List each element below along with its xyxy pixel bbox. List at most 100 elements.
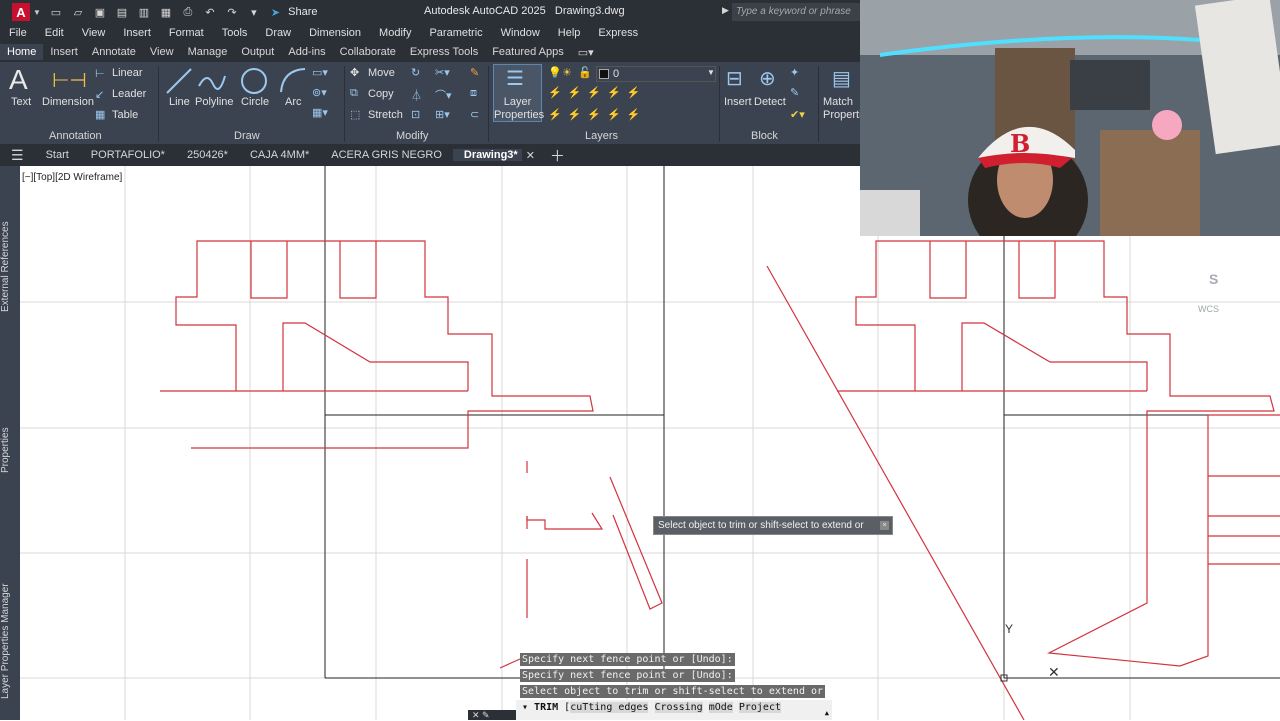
search-input[interactable]: Type a keyword or phrase: [732, 3, 860, 21]
menu-modify[interactable]: Modify: [370, 27, 420, 39]
copy-button[interactable]: Copy: [368, 88, 394, 100]
save-as-icon[interactable]: ▤: [113, 6, 131, 19]
command-dropdown-icon[interactable]: ▾: [522, 702, 534, 713]
leader-button[interactable]: Leader: [112, 88, 146, 100]
viewport-controls[interactable]: [−][Top][2D Wireframe]: [22, 172, 123, 183]
autocad-logo-icon[interactable]: A: [12, 3, 30, 21]
file-tab-acera-gris-negro[interactable]: ACERA GRIS NEGRO: [320, 149, 453, 161]
table-button[interactable]: Table: [112, 109, 138, 121]
tab-annotate[interactable]: Annotate: [85, 44, 143, 60]
layer-tools-icon[interactable]: ⚡⚡⚡⚡⚡: [548, 108, 646, 121]
option-crossing[interactable]: Crossing: [654, 702, 703, 713]
tab-express-tools[interactable]: Express Tools: [403, 44, 485, 60]
stretch-button[interactable]: Stretch: [368, 109, 403, 121]
polyline-button[interactable]: Polyline: [195, 96, 234, 108]
tab-collaborate[interactable]: Collaborate: [333, 44, 403, 60]
create-block-icon[interactable]: ✦: [790, 66, 799, 79]
erase-icon[interactable]: ✎: [470, 66, 479, 79]
option-mode[interactable]: mOde: [708, 702, 733, 713]
menu-view[interactable]: View: [73, 27, 115, 39]
viewcube-south-label[interactable]: S: [1209, 271, 1218, 287]
save-to-web-icon[interactable]: ▦: [157, 6, 175, 19]
detect-button[interactable]: Detect: [754, 96, 786, 108]
option-project[interactable]: Project: [738, 702, 781, 713]
rotate-icon[interactable]: ↻: [411, 66, 420, 79]
file-tab-portafolio[interactable]: PORTAFOLIO*: [80, 149, 176, 161]
circle-button[interactable]: Circle: [241, 96, 269, 108]
properties-tab[interactable]: Properties: [0, 402, 20, 498]
menu-insert[interactable]: Insert: [114, 27, 160, 39]
menu-file[interactable]: File: [0, 27, 36, 39]
undo-icon[interactable]: ↶: [201, 6, 219, 19]
command-line-grip[interactable]: ✕ ✎: [468, 710, 516, 720]
tab-insert[interactable]: Insert: [43, 44, 85, 60]
menu-window[interactable]: Window: [492, 27, 549, 39]
command-input[interactable]: ▾ TRIM [cuTting edges Crossing mOde Proj…: [516, 700, 832, 720]
menu-edit[interactable]: Edit: [36, 27, 73, 39]
polyline-icon[interactable]: [197, 66, 227, 96]
scale-icon[interactable]: ⊡: [411, 108, 420, 121]
text-button[interactable]: Text: [11, 96, 31, 108]
hatch-icon[interactable]: ⊚▾: [312, 86, 327, 99]
menu-dimension[interactable]: Dimension: [300, 27, 370, 39]
trim-icon[interactable]: ✂▾: [435, 66, 450, 79]
redo-icon[interactable]: ↷: [223, 6, 241, 19]
insert-block-icon[interactable]: ⊟: [726, 66, 743, 91]
text-icon[interactable]: A: [9, 64, 28, 96]
share-button[interactable]: Share: [288, 6, 317, 18]
explode-icon[interactable]: ⧈: [470, 87, 477, 100]
drawing-svg[interactable]: [20, 166, 1280, 720]
mirror-icon[interactable]: ⏃: [411, 87, 422, 103]
tab-manage[interactable]: Manage: [181, 44, 235, 60]
hamburger-menu-icon[interactable]: ☰: [0, 147, 35, 164]
arc-button[interactable]: Arc: [285, 96, 302, 108]
circle-icon[interactable]: [239, 66, 269, 96]
close-tab-icon[interactable]: ✕: [522, 149, 539, 162]
tab-view[interactable]: View: [143, 44, 181, 60]
detect-icon[interactable]: ⊕: [759, 66, 776, 91]
block-attribute-icon[interactable]: ✔▾: [790, 108, 805, 121]
file-tab-drawing3[interactable]: Drawing3*: [452, 149, 522, 161]
match-properties-icon[interactable]: ▤: [832, 66, 851, 91]
drawing-canvas[interactable]: Y ✕: [20, 166, 1280, 720]
layer-tools-icon[interactable]: ⚡⚡⚡⚡⚡: [548, 86, 646, 99]
gradient-icon[interactable]: ▦▾: [312, 106, 328, 119]
fillet-icon[interactable]: ⌒▾: [435, 87, 452, 103]
insert-button[interactable]: Insert: [724, 96, 752, 108]
linear-button[interactable]: Linear: [112, 67, 143, 79]
layer-properties-button[interactable]: Layer Properties: [494, 96, 544, 122]
plot-icon[interactable]: ⎙: [179, 6, 197, 19]
panel-modify[interactable]: Modify: [396, 130, 428, 142]
offset-icon[interactable]: ⊂: [470, 108, 479, 121]
edit-block-icon[interactable]: ✎: [790, 86, 799, 99]
menu-help[interactable]: Help: [549, 27, 590, 39]
open-from-web-icon[interactable]: ▥: [135, 6, 153, 19]
layer-properties-manager-tab[interactable]: Layer Properties Manager: [0, 566, 20, 716]
layer-dropdown[interactable]: 0 ▼: [596, 66, 716, 82]
menu-tools[interactable]: Tools: [213, 27, 257, 39]
save-icon[interactable]: ▣: [91, 6, 109, 19]
menu-format[interactable]: Format: [160, 27, 213, 39]
option-cutting-edges[interactable]: cuTting edges: [570, 702, 649, 713]
command-history-up-icon[interactable]: ▲: [825, 709, 829, 717]
tooltip-close-icon[interactable]: ×: [880, 521, 889, 530]
logo-dropdown-icon[interactable]: ▼: [33, 8, 41, 17]
tab-home[interactable]: Home: [0, 44, 44, 60]
tab-add-ins[interactable]: Add-ins: [281, 44, 332, 60]
panel-draw[interactable]: Draw: [234, 130, 260, 142]
rectangle-icon[interactable]: ▭▾: [312, 66, 328, 79]
external-references-tab[interactable]: External References: [0, 212, 20, 322]
tab-featured-apps[interactable]: Featured Apps: [485, 44, 571, 60]
line-button[interactable]: Line: [169, 96, 190, 108]
file-tab-start[interactable]: Start: [35, 149, 80, 161]
move-button[interactable]: Move: [368, 67, 395, 79]
file-tab-250426[interactable]: 250426*: [176, 149, 239, 161]
line-icon[interactable]: [164, 66, 194, 96]
tab-output[interactable]: Output: [234, 44, 281, 60]
new-file-icon[interactable]: ▭: [47, 6, 65, 19]
file-tab-caja-4mm[interactable]: CAJA 4MM*: [239, 149, 320, 161]
dimension-button[interactable]: Dimension: [42, 96, 94, 108]
new-tab-icon[interactable]: ＋: [539, 145, 576, 166]
arc-icon[interactable]: [278, 66, 308, 96]
open-file-icon[interactable]: ▱: [69, 6, 87, 19]
